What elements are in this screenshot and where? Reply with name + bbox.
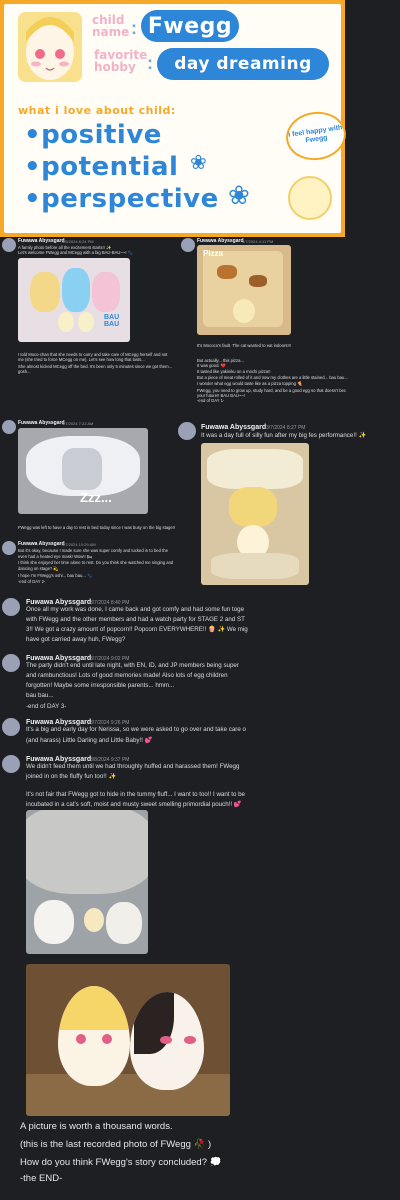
message-line: It was a day full of silly fun after my … [201, 432, 367, 439]
trait-potential: •potential [24, 152, 179, 182]
message-line: But a piece of meat rolled of it and now… [197, 375, 348, 380]
avatar[interactable] [2, 718, 20, 736]
message-line: (and harass) Little Darling and Little B… [26, 737, 153, 744]
eggs-photo[interactable] [26, 964, 230, 1116]
username[interactable]: Fuwawa Abyssgard [18, 541, 65, 547]
report-card-inner: child name : Fwegg favorite hobby : day … [4, 4, 350, 233]
avatar[interactable] [2, 541, 16, 555]
timestamp: 3/6/2024 8:24 PM [62, 239, 94, 244]
paw-icon: ❀ [190, 152, 207, 174]
message-line: even had a heated eye mask! Wow!! 🛏 [18, 554, 93, 559]
message-line: have got carried away huh, FWegg? [26, 636, 126, 643]
paw-large-icon: ❀ [228, 180, 250, 210]
avatar[interactable] [181, 238, 195, 252]
avatar[interactable] [2, 654, 20, 672]
child-name-label: child name [92, 13, 130, 39]
trait-perspective: •perspective [24, 184, 219, 214]
photo-caption: Zzz... [80, 490, 112, 505]
message-line: incubated in a cat's soft, moist and mus… [26, 801, 242, 808]
colon-1: : [131, 18, 137, 38]
username[interactable]: Fuwawa Abyssgard [18, 238, 65, 244]
final-line: How do you think FWegg's story concluded… [20, 1157, 222, 1168]
final-line: A picture is worth a thousand words. [20, 1121, 173, 1132]
username[interactable]: Fuwawa Abyssgard [18, 420, 65, 426]
username[interactable]: Fuwawa Abyssgard [201, 424, 266, 431]
message-line: I wonder what egg would taste like as a … [197, 381, 303, 386]
message-line: bau bau... [26, 692, 54, 699]
photo-caption: BAU BAU [104, 314, 120, 328]
cat-fluff-photo[interactable] [26, 810, 148, 954]
hobby-pill: day dreaming [157, 48, 329, 80]
photo-caption: Pizza [203, 249, 224, 258]
avatar[interactable] [2, 755, 20, 773]
avatar[interactable] [2, 420, 16, 434]
message-line: Once all my work was done, I came back a… [26, 606, 245, 613]
message-line: I hope I'm FWegg's oshi... bau bau... 🐾 [18, 573, 93, 578]
message-line: It's a big and early day for Nerissa, so… [26, 726, 246, 733]
hobby-label: favorite hobby [94, 48, 148, 74]
popcorn-photo[interactable] [201, 443, 309, 585]
fwegg-portrait [18, 12, 82, 82]
eye-mask-photo[interactable]: Zzz... [18, 428, 148, 514]
chick-drawing [288, 176, 332, 220]
message-line: with FWegg and the other members and had… [26, 616, 245, 623]
message-line: dancing on stage? 💫 [18, 566, 59, 571]
pizza-photo[interactable]: Pizza [197, 245, 291, 335]
family-photo[interactable]: BAU BAU [18, 258, 130, 342]
message-line: -end of DAY 3- [26, 703, 67, 710]
final-line: (this is the last recorded photo of FWeg… [20, 1139, 212, 1150]
report-card: child name : Fwegg favorite hobby : day … [0, 0, 350, 237]
message-line: me (she tried to force MCegg on me). Let… [18, 357, 145, 362]
message-line: FWegg was left to have a day to rest in … [18, 525, 176, 530]
child-name-pill: Fwegg [141, 10, 239, 42]
colon-2: : [147, 53, 153, 73]
timestamp: 3/7/2024 10:29 AM [62, 542, 96, 547]
love-title: what i love about child: [18, 104, 176, 117]
message-line: forgotten! Maybe some irresponsible pare… [26, 682, 175, 689]
message-line: We didn't feed them until we had through… [26, 763, 240, 770]
message-line: -end of DAY 1- [197, 398, 225, 403]
username[interactable]: Fuwawa Abyssgard [197, 238, 244, 244]
timestamp: 3/7/2024 7:22 AM [62, 421, 94, 426]
avatar[interactable] [2, 598, 20, 616]
message-line: But it's okay, because I made sure she w… [18, 548, 168, 553]
message-line: She almost kicked MCegg off the bed. It'… [18, 364, 173, 369]
avatar[interactable] [178, 422, 196, 440]
timestamp: 3/7/2024 4:11 PM [242, 239, 274, 244]
message-line: joined in on the fluffy fun too!! ✨ [26, 773, 117, 780]
happy-bubble: i feel happy with Fwegg [282, 108, 350, 164]
message-line: gosh... [18, 369, 31, 374]
message-line: -end of DAY 2- [18, 579, 46, 584]
message-line: 3!! We got a crazy amount of popcorn!! P… [26, 626, 248, 633]
message-line: It was good. 💔 [197, 363, 226, 368]
final-line: -the END- [20, 1173, 63, 1184]
message-line: and rambunctious! Lots of good memories … [26, 672, 228, 679]
message-line: It tasted like yakiniku on a mochi pizza… [197, 369, 271, 374]
avatar[interactable] [2, 238, 16, 252]
message-line: I think she enjoyed her time alone to re… [18, 560, 174, 565]
message-line: It's not fair that FWegg got to hide in … [26, 791, 246, 798]
message-line: It's Mococo's fault. The cat wanted to e… [197, 343, 291, 348]
message-line: The party didn't end until late night, w… [26, 662, 239, 669]
message-line: Let's welcome FWegg and MCegg with a big… [18, 250, 133, 255]
trait-positive: •positive [24, 120, 162, 150]
